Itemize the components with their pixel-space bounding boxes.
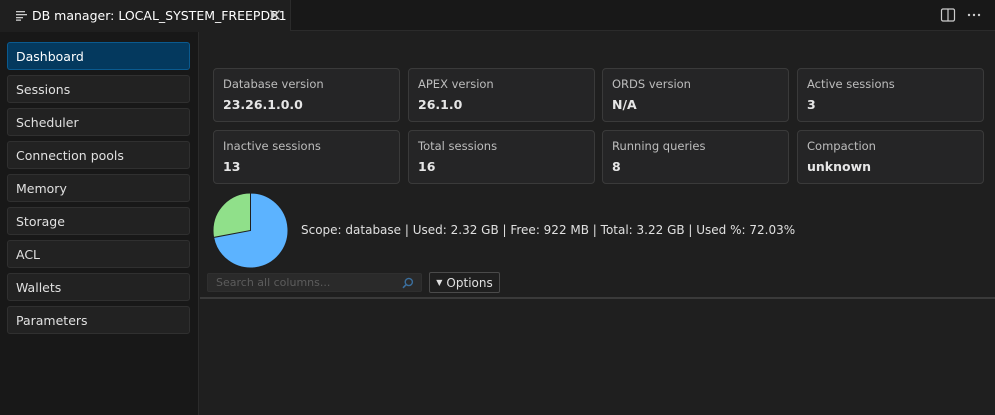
card-label: Total sessions	[418, 139, 498, 153]
more-actions-icon[interactable]	[966, 7, 982, 23]
sidebar-item-acl[interactable]: ACL	[7, 240, 190, 268]
stat-card-inactive-sessions: Inactive sessions 13	[213, 130, 400, 184]
sidebar-item-scheduler[interactable]: Scheduler	[7, 108, 190, 136]
sidebar: Dashboard Sessions Scheduler Connection …	[0, 32, 199, 415]
sidebar-item-parameters[interactable]: Parameters	[7, 306, 190, 334]
card-label: APEX version	[418, 77, 494, 91]
stat-card-compaction: Compaction unknown	[797, 130, 984, 184]
card-value: N/A	[612, 97, 637, 112]
storage-summary: Scope: database | Used: 2.32 GB | Free: …	[301, 223, 796, 237]
options-label: Options	[446, 275, 493, 290]
sidebar-item-storage[interactable]: Storage	[7, 207, 190, 235]
editor-tab[interactable]: DB manager: LOCAL_SYSTEM_FREEPDB1	[0, 0, 291, 31]
stat-card-apex-version: APEX version 26.1.0	[408, 68, 595, 122]
search-input[interactable]	[207, 273, 422, 292]
tab-bar: DB manager: LOCAL_SYSTEM_FREEPDB1	[0, 0, 995, 31]
sidebar-item-memory[interactable]: Memory	[7, 174, 190, 202]
card-value: unknown	[807, 159, 872, 174]
sidebar-item-wallets[interactable]: Wallets	[7, 273, 190, 301]
sidebar-item-connection-pools[interactable]: Connection pools	[7, 141, 190, 169]
content-divider	[200, 297, 995, 299]
card-value: 23.26.1.0.0	[223, 97, 303, 112]
card-label: Inactive sessions	[223, 139, 321, 153]
storage-pie-chart	[212, 192, 289, 269]
options-button[interactable]: ▼ Options	[429, 272, 500, 293]
split-editor-icon[interactable]	[940, 7, 956, 23]
card-value: 13	[223, 159, 241, 174]
close-icon[interactable]	[268, 8, 282, 22]
list-icon	[16, 11, 27, 21]
card-value: 26.1.0	[418, 97, 463, 112]
card-label: Compaction	[807, 139, 876, 153]
sidebar-item-dashboard[interactable]: Dashboard	[7, 42, 190, 70]
card-value: 8	[612, 159, 621, 174]
tab-title: DB manager: LOCAL_SYSTEM_FREEPDB1	[32, 8, 287, 23]
card-label: Active sessions	[807, 77, 895, 91]
search-icon	[402, 277, 414, 289]
card-label: Database version	[223, 77, 324, 91]
card-label: Running queries	[612, 139, 706, 153]
sidebar-item-sessions[interactable]: Sessions	[7, 75, 190, 103]
stat-card-total-sessions: Total sessions 16	[408, 130, 595, 184]
stat-card-ords-version: ORDS version N/A	[602, 68, 789, 122]
card-label: ORDS version	[612, 77, 691, 91]
card-value: 16	[418, 159, 436, 174]
stat-card-active-sessions: Active sessions 3	[797, 68, 984, 122]
stat-card-running-queries: Running queries 8	[602, 130, 789, 184]
stat-card-database-version: Database version 23.26.1.0.0	[213, 68, 400, 122]
caret-down-icon: ▼	[436, 278, 443, 287]
card-value: 3	[807, 97, 816, 112]
